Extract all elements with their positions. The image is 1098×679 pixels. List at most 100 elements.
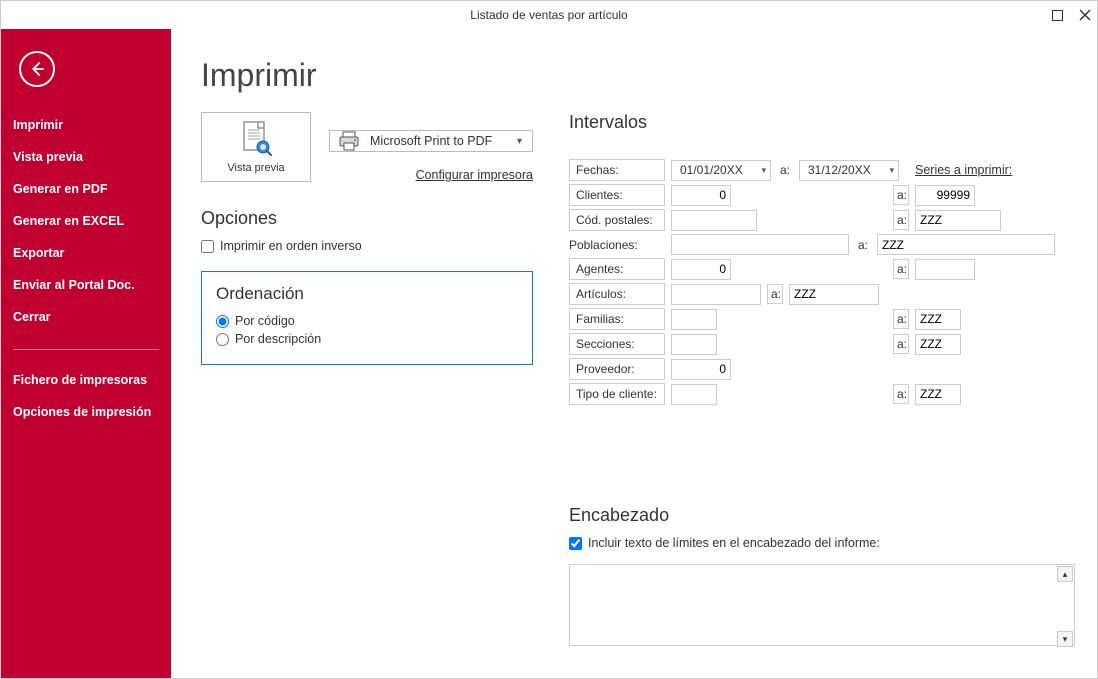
sidebar-item-imprimir[interactable]: Imprimir xyxy=(1,109,171,141)
familias-from-input[interactable] xyxy=(671,309,717,330)
a-label: a: xyxy=(893,210,909,230)
ordering-by-description-label: Por descripción xyxy=(235,332,321,346)
label-proveedor: Proveedor: xyxy=(569,358,665,380)
row-articulos: Artículos: a: xyxy=(569,283,1075,305)
label-fechas: Fechas: xyxy=(569,159,665,181)
body: Imprimir Vista previa Generar en PDF Gen… xyxy=(1,29,1097,678)
options-heading: Opciones xyxy=(201,208,533,229)
fechas-to-value: 31/12/20XX xyxy=(808,163,871,177)
secciones-to-input[interactable] xyxy=(915,334,961,355)
poblaciones-from-input[interactable] xyxy=(671,234,849,255)
document-magnifier-icon xyxy=(239,120,273,158)
sidebar-item-vista-previa[interactable]: Vista previa xyxy=(1,141,171,173)
ordering-by-description-row[interactable]: Por descripción xyxy=(216,332,518,346)
printer-name: Microsoft Print to PDF xyxy=(370,134,492,148)
reverse-order-label: Imprimir en orden inverso xyxy=(220,239,362,253)
row-agentes: Agentes: a: xyxy=(569,258,1075,280)
a-label: a: xyxy=(893,185,909,205)
main-panel: Imprimir xyxy=(171,29,1097,678)
sidebar-item-exportar[interactable]: Exportar xyxy=(1,237,171,269)
a-label: a: xyxy=(855,236,871,254)
include-limits-checkbox[interactable] xyxy=(569,537,582,550)
sidebar-item-generar-excel[interactable]: Generar en EXCEL xyxy=(1,205,171,237)
row-cod-postales: Cód. postales: a: xyxy=(569,209,1075,231)
row-fechas: Fechas: 01/01/20XX ▾ a: 31/12/20XX ▾ Ser… xyxy=(569,159,1075,181)
include-limits-label: Incluir texto de límites en el encabezad… xyxy=(588,536,880,550)
ordering-by-code-row[interactable]: Por código xyxy=(216,314,518,328)
label-familias: Familias: xyxy=(569,308,665,330)
sidebar: Imprimir Vista previa Generar en PDF Gen… xyxy=(1,29,171,678)
ordering-group: Ordenación Por código Por descripción xyxy=(201,271,533,365)
reverse-order-checkbox-row[interactable]: Imprimir en orden inverso xyxy=(201,239,533,253)
ordering-by-code-label: Por código xyxy=(235,314,295,328)
include-limits-checkbox-row[interactable]: Incluir texto de límites en el encabezad… xyxy=(569,536,1075,550)
poblaciones-to-input[interactable] xyxy=(877,234,1055,255)
sidebar-item-generar-pdf[interactable]: Generar en PDF xyxy=(1,173,171,205)
label-secciones: Secciones: xyxy=(569,333,665,355)
maximize-icon[interactable] xyxy=(1052,10,1063,21)
a-label: a: xyxy=(767,284,783,304)
configure-printer-link[interactable]: Configurar impresora xyxy=(329,168,533,182)
a-label: a: xyxy=(893,259,909,279)
sidebar-item-cerrar[interactable]: Cerrar xyxy=(1,301,171,333)
cod-postales-from-input[interactable] xyxy=(671,210,757,231)
window-title: Listado de ventas por artículo xyxy=(470,8,627,22)
titlebar: Listado de ventas por artículo xyxy=(1,1,1097,29)
reverse-order-checkbox[interactable] xyxy=(201,240,214,253)
sidebar-item-fichero-impresoras[interactable]: Fichero de impresoras xyxy=(1,364,171,396)
chevron-down-icon: ▾ xyxy=(517,136,522,147)
preview-button[interactable]: Vista previa xyxy=(201,112,311,182)
back-button[interactable] xyxy=(19,51,55,87)
close-icon[interactable] xyxy=(1079,9,1091,21)
familias-to-input[interactable] xyxy=(915,309,961,330)
secciones-from-input[interactable] xyxy=(671,334,717,355)
a-label: a: xyxy=(893,334,909,354)
sidebar-item-opciones-impresion[interactable]: Opciones de impresión xyxy=(1,396,171,428)
agentes-from-input[interactable] xyxy=(671,259,731,280)
preview-label: Vista previa xyxy=(227,162,284,174)
header-textarea[interactable] xyxy=(569,564,1075,646)
proveedor-from-input[interactable] xyxy=(671,359,731,380)
fechas-to-dropdown[interactable]: 31/12/20XX ▾ xyxy=(799,160,899,181)
row-familias: Familias: a: xyxy=(569,308,1075,330)
fechas-from-value: 01/01/20XX xyxy=(680,163,743,177)
chevron-down-icon: ▾ xyxy=(889,165,894,176)
row-tipo-cliente: Tipo de cliente: a: xyxy=(569,383,1075,405)
ordering-title: Ordenación xyxy=(216,284,518,304)
row-proveedor: Proveedor: xyxy=(569,358,1075,380)
articulos-from-input[interactable] xyxy=(671,284,761,305)
sidebar-item-enviar-portal[interactable]: Enviar al Portal Doc. xyxy=(1,269,171,301)
printer-icon xyxy=(338,131,360,151)
ordering-by-code-radio[interactable] xyxy=(216,315,229,328)
row-secciones: Secciones: a: xyxy=(569,333,1075,355)
scroll-down-icon[interactable]: ▾ xyxy=(1057,631,1073,647)
tipo-cliente-from-input[interactable] xyxy=(671,384,717,405)
chevron-down-icon: ▾ xyxy=(761,165,766,176)
a-label: a: xyxy=(893,309,909,329)
fechas-from-dropdown[interactable]: 01/01/20XX ▾ xyxy=(671,160,771,181)
agentes-to-input[interactable] xyxy=(915,259,975,280)
articulos-to-input[interactable] xyxy=(789,284,879,305)
ordering-by-description-radio[interactable] xyxy=(216,333,229,346)
intervals-form: Fechas: 01/01/20XX ▾ a: 31/12/20XX ▾ Ser… xyxy=(569,159,1075,405)
printer-select[interactable]: Microsoft Print to PDF ▾ xyxy=(329,130,533,152)
label-agentes: Agentes: xyxy=(569,258,665,280)
sidebar-divider xyxy=(13,349,159,350)
cod-postales-to-input[interactable] xyxy=(915,210,1001,231)
row-poblaciones: Poblaciones: a: xyxy=(569,234,1075,255)
series-link[interactable]: Series a imprimir: xyxy=(915,163,1012,177)
row-clientes: Clientes: a: xyxy=(569,184,1075,206)
a-label: a: xyxy=(777,161,793,179)
right-column: Intervalos Fechas: 01/01/20XX ▾ a: 31/12 xyxy=(569,112,1075,649)
clientes-to-input[interactable] xyxy=(915,185,975,206)
clientes-from-input[interactable] xyxy=(671,185,731,206)
label-poblaciones: Poblaciones: xyxy=(569,235,665,255)
scroll-up-icon[interactable]: ▴ xyxy=(1057,566,1073,582)
a-label: a: xyxy=(893,384,909,404)
window-controls xyxy=(1052,1,1091,29)
label-cod-postales: Cód. postales: xyxy=(569,209,665,231)
label-tipo-cliente: Tipo de cliente: xyxy=(569,383,665,405)
label-clientes: Clientes: xyxy=(569,184,665,206)
intervals-heading: Intervalos xyxy=(569,112,1075,133)
tipo-cliente-to-input[interactable] xyxy=(915,384,961,405)
